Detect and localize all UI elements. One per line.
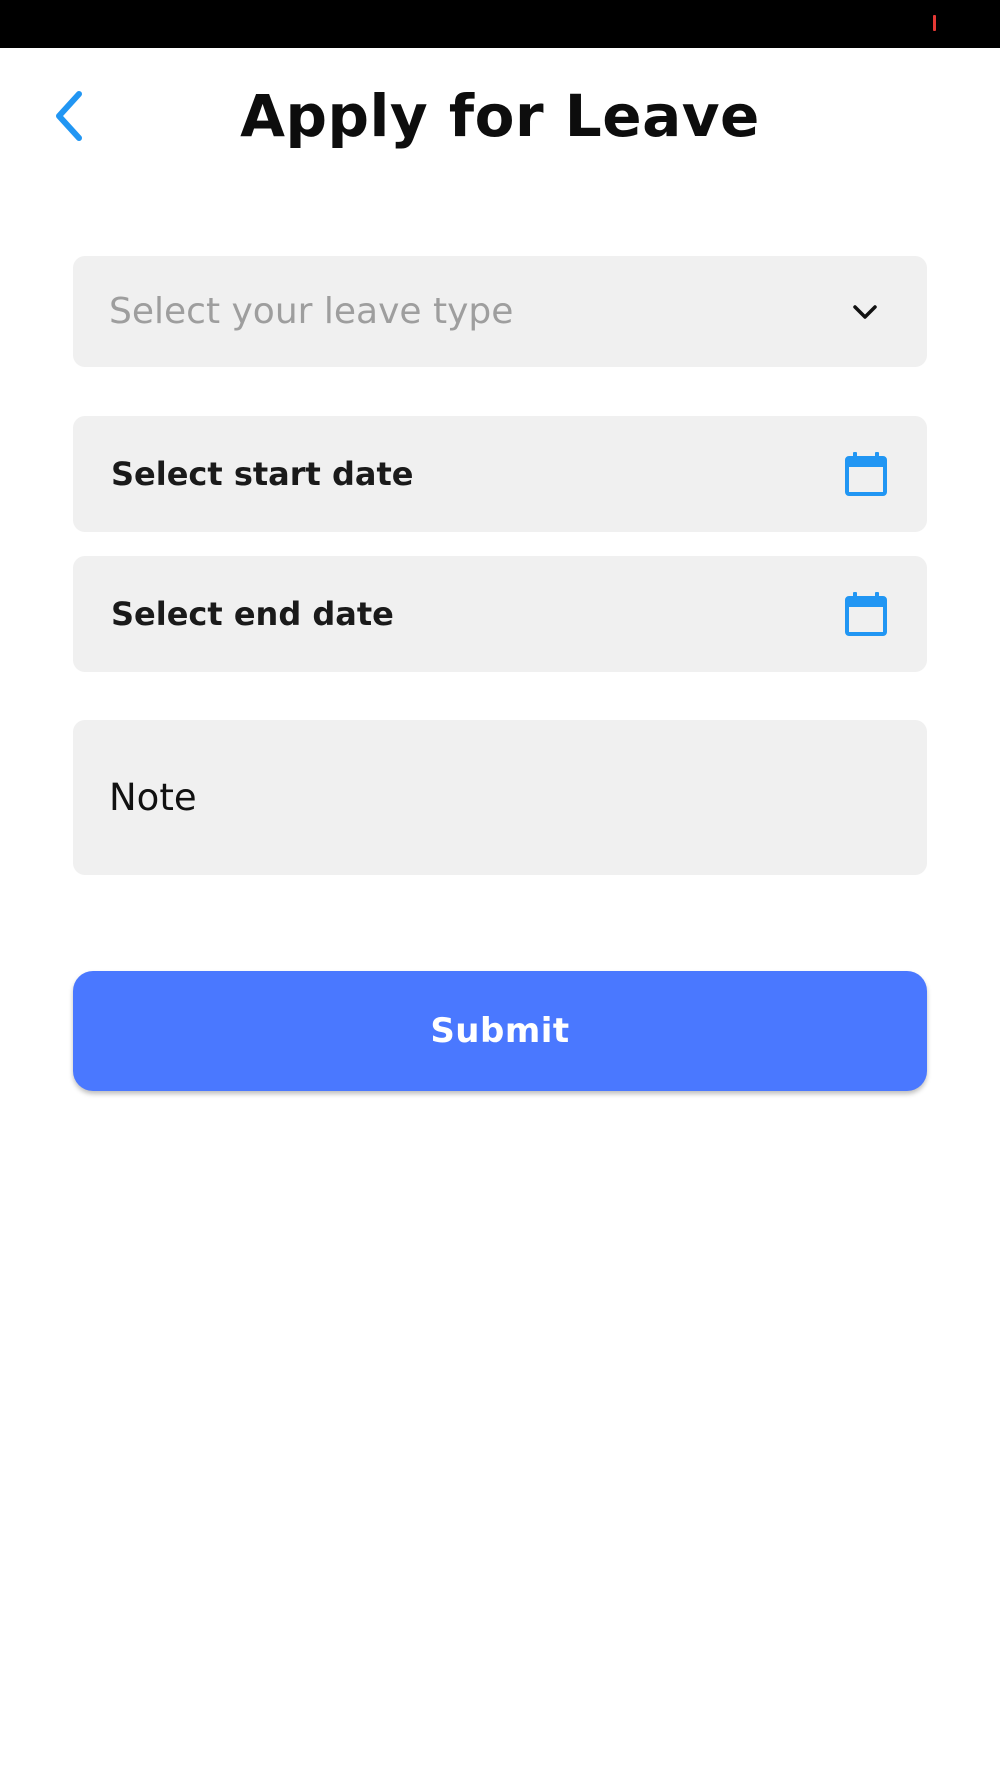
note-label: Note — [109, 776, 197, 819]
back-button[interactable] — [40, 84, 96, 148]
submit-label: Submit — [430, 1011, 570, 1051]
chevron-left-icon — [56, 91, 82, 141]
end-date-label: Select end date — [111, 595, 394, 633]
calendar-icon[interactable] — [843, 451, 889, 497]
status-indicator — [933, 15, 936, 31]
status-bar — [0, 0, 1000, 48]
page-title: Apply for Leave — [240, 82, 760, 150]
leave-type-dropdown[interactable]: Select your leave type — [73, 256, 927, 367]
start-date-label: Select start date — [111, 455, 414, 493]
start-date-field[interactable]: Select start date — [73, 416, 927, 532]
leave-type-placeholder: Select your leave type — [109, 291, 514, 332]
chevron-down-icon — [853, 305, 877, 319]
submit-button[interactable]: Submit — [73, 971, 927, 1091]
note-input[interactable]: Note — [73, 720, 927, 875]
calendar-icon[interactable] — [843, 591, 889, 637]
end-date-field[interactable]: Select end date — [73, 556, 927, 672]
